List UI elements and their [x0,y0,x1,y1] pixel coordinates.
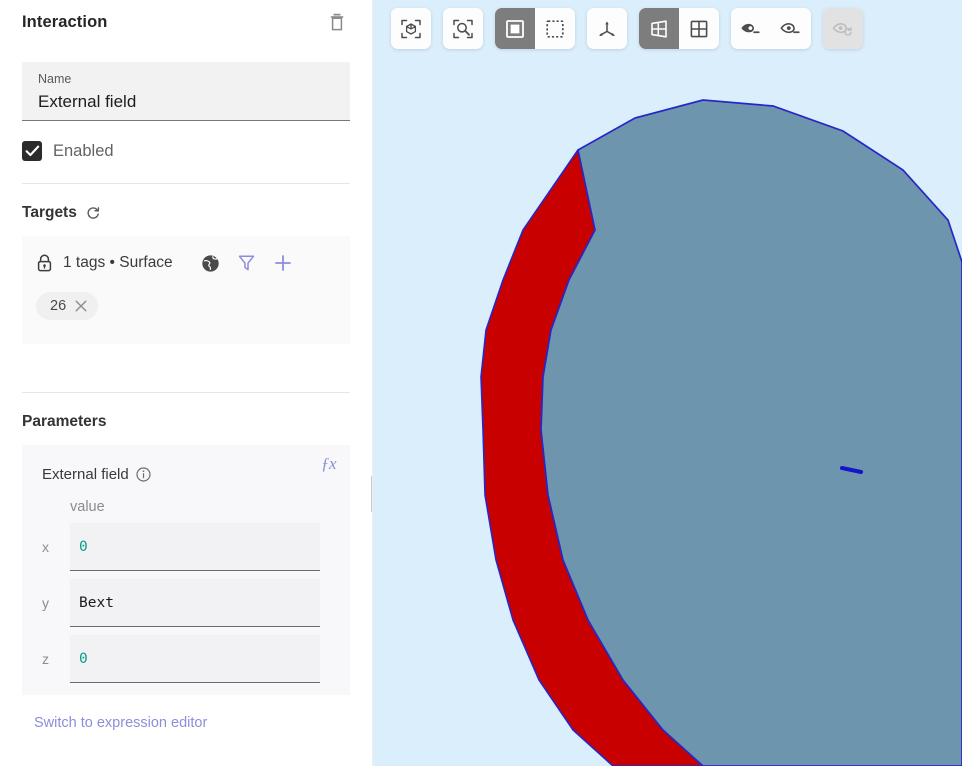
globe-icon [202,254,219,272]
frame-all-button[interactable] [391,8,431,49]
info-icon[interactable] [136,467,151,482]
targets-summary-row: 1 tags • Surface [36,248,336,278]
vector-value-y: Bext [79,594,114,611]
targets-title: Targets [22,204,77,221]
check-icon [25,145,39,157]
vector-row-x: x 0 [22,523,350,571]
orthographic-view-button[interactable] [679,8,719,49]
interaction-sidebar: Interaction Name External field Enabled … [0,0,373,766]
toolbar-group-projection [639,8,719,49]
target-chips: 26 [36,292,336,320]
parameters-card: ƒx External field value x 0 y Bext z 0 [22,445,350,695]
targets-section-header: Targets [0,204,372,222]
hide-button[interactable] [771,8,811,49]
refresh-targets-button[interactable] [85,204,103,222]
toolbar-group-selection-mode [495,8,575,49]
vector-key-x: x [42,539,49,555]
name-input-label: Name [38,72,72,86]
parameter-name: External field [42,466,129,483]
3d-viewport[interactable] [373,0,962,766]
delete-interaction-button[interactable] [324,9,350,35]
filter-icon [238,255,255,271]
value-column-header: value [70,499,105,515]
reset-visibility-button [823,8,863,49]
eye-outline-icon [780,22,800,33]
vector-row-z: z 0 [22,635,350,683]
trash-icon [330,13,344,31]
vector-input-x[interactable]: 0 [70,523,320,571]
enabled-checkbox[interactable] [22,141,42,161]
perspective-icon [651,19,667,38]
show-all-button[interactable] [731,8,771,49]
close-icon[interactable] [74,299,88,313]
toolbar-group-visibility [731,8,811,49]
add-target-button[interactable] [273,253,293,273]
vector-row-y: y Bext [22,579,350,627]
vector-value-x: 0 [79,538,88,555]
expression-toggle-button[interactable]: ƒx [321,454,337,474]
eye-refresh-icon [832,22,852,36]
lock-icon[interactable] [36,254,53,272]
eye-filled-icon [741,23,760,33]
target-chip[interactable]: 26 [36,292,99,320]
globe-button[interactable] [201,253,221,273]
panel-header: Interaction [0,0,372,44]
square-dashed-icon [546,19,564,38]
vector-input-y[interactable]: Bext [70,579,320,627]
targets-actions [201,253,293,273]
divider-1 [22,183,350,184]
name-field-wrapper: Name External field [0,62,372,121]
app-root: Interaction Name External field Enabled … [0,0,962,766]
frame-cube-icon [401,19,421,38]
enabled-checkbox-row[interactable]: Enabled [0,141,372,161]
filter-button[interactable] [237,253,257,273]
parameter-name-row: External field [22,455,350,483]
toolbar-group-frame [391,8,431,49]
enabled-label: Enabled [53,141,114,160]
name-input-value: External field [38,92,137,111]
vector-key-y: y [42,595,49,611]
perspective-view-button[interactable] [639,8,679,49]
3d-scene [480,99,962,766]
frame-magnifier-icon [453,19,473,38]
viewport-toolbar [391,8,863,49]
square-solid-icon [506,19,524,38]
refresh-icon [87,206,100,219]
grid-icon [690,20,708,37]
parameters-title: Parameters [22,413,107,430]
solid-select-button[interactable] [495,8,535,49]
parameters-section-header: Parameters [0,413,372,431]
targets-card: 1 tags • Surface 26 [22,236,350,344]
vector-input-z[interactable]: 0 [70,635,320,683]
switch-to-expression-editor-link[interactable]: Switch to expression editor [0,695,372,731]
vector-key-z: z [42,651,49,667]
vector-value-z: 0 [79,650,88,667]
toolbar-group-reset-visibility [823,8,863,49]
axes-icon [599,20,615,36]
target-chip-label: 26 [50,298,67,314]
toolbar-group-zoom [443,8,483,49]
toolbar-group-axes [587,8,627,49]
targets-summary-text: 1 tags • Surface [63,254,173,271]
zoom-to-selection-button[interactable] [443,8,483,49]
box-select-button[interactable] [535,8,575,49]
add-icon [274,255,291,271]
divider-2 [22,392,350,393]
page-title: Interaction [22,12,108,31]
name-input[interactable]: Name External field [22,62,350,121]
axes-gizmo-button[interactable] [587,8,627,49]
